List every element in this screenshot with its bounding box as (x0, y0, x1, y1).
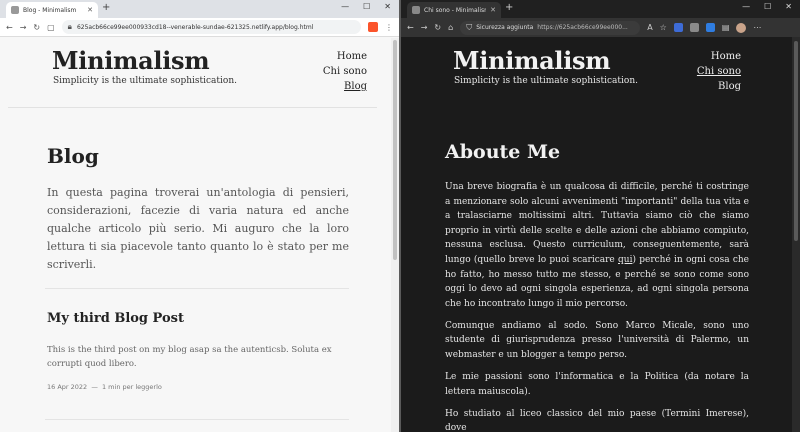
site-tagline: Simplicity is the ultimate sophisticatio… (53, 76, 237, 86)
about-text: Una breve biografia è un qualcosa di dif… (445, 182, 749, 265)
new-tab-button[interactable]: + (102, 2, 110, 13)
about-body: Una breve biografia è un qualcosa di dif… (445, 180, 749, 432)
about-paragraph: Una breve biografia è un qualcosa di dif… (445, 180, 749, 311)
address-bar[interactable]: ⛉ Sicurezza aggiunta https://625acb66ce9… (460, 20, 641, 35)
back-icon[interactable]: ← (6, 23, 13, 32)
left-tab-bar: Blog - Minimalism ✕ + — ☐ ✕ (0, 0, 399, 18)
close-window-icon[interactable]: ✕ (785, 2, 792, 11)
post-read-time: 1 min per leggerlo (101, 383, 162, 391)
address-bar[interactable]: 🔒︎ 625acb66ce99ee000933cd18--venerable-s… (61, 20, 361, 34)
lock-icon: 🔒︎ (67, 22, 72, 31)
shield-icon: ⛉ (466, 22, 473, 32)
meta-separator: — (91, 383, 98, 391)
menu-icon[interactable]: ⋯ (753, 23, 761, 32)
favorite-star-icon[interactable]: ☆ (660, 23, 667, 32)
nav-chi-sono-link[interactable]: Chi sono (323, 64, 367, 79)
download-cv-link[interactable]: qui (618, 255, 632, 265)
scrollbar-thumb[interactable] (794, 41, 798, 241)
section-divider (45, 288, 349, 289)
maximize-icon[interactable]: ☐ (764, 2, 771, 11)
forward-icon[interactable]: → (20, 23, 27, 32)
page-title: Blog (47, 144, 99, 168)
reload-icon[interactable]: ↻ (33, 23, 40, 32)
close-tab-icon[interactable]: ✕ (87, 6, 93, 14)
post-date: 16 Apr 2022 (47, 383, 88, 391)
about-paragraph: Ho studiato al liceo classico del mio pa… (445, 408, 749, 432)
close-window-icon[interactable]: ✕ (384, 2, 391, 11)
post-meta: 16 Apr 2022 — 1 min per leggerlo (47, 383, 162, 391)
minimize-icon[interactable]: — (742, 2, 750, 11)
favicon-icon (412, 6, 420, 14)
nav-chi-sono-link[interactable]: Chi sono (697, 64, 741, 79)
new-tab-button[interactable]: + (505, 2, 513, 13)
nav-blog-link[interactable]: Blog (323, 79, 367, 94)
extension-icon[interactable] (673, 23, 683, 32)
collections-icon[interactable]: ▤ (722, 23, 730, 32)
left-browser-window: Blog - Minimalism ✕ + — ☐ ✕ ← → ↻ ▢ 🔒︎ 6… (0, 0, 399, 432)
site-brand[interactable]: Minimalism (453, 46, 611, 75)
left-tab-title: Blog - Minimalism (23, 6, 77, 14)
page-title: Aboute Me (445, 141, 561, 163)
right-page-content: Minimalism Simplicity is the ultimate so… (401, 37, 792, 432)
right-toolbar: ← → ↻ ⌂ ⛉ Sicurezza aggiunta https://625… (401, 18, 800, 37)
site-brand[interactable]: Minimalism (52, 46, 210, 75)
nav-home-link[interactable]: Home (697, 49, 741, 64)
right-scrollbar[interactable] (792, 37, 800, 432)
left-page-content: Minimalism Simplicity is the ultimate so… (0, 38, 391, 432)
about-paragraph: Comunque andiamo al sodo. Sono Marco Mic… (445, 320, 749, 361)
reload-icon[interactable]: ↻ (434, 23, 441, 32)
post-title-link[interactable]: My third Blog Post (47, 311, 184, 326)
address-url: https://625acb66ce99ee000... (537, 24, 628, 31)
site-nav: Home Chi sono Blog (323, 49, 367, 94)
close-tab-icon[interactable]: ✕ (490, 6, 496, 14)
extension-icon[interactable] (689, 23, 699, 32)
extension-icon[interactable] (705, 23, 715, 32)
maximize-icon[interactable]: ☐ (363, 2, 370, 11)
site-tagline: Simplicity is the ultimate sophisticatio… (454, 76, 638, 86)
nav-home-link[interactable]: Home (323, 49, 367, 64)
left-tab-blog[interactable]: Blog - Minimalism ✕ (6, 2, 98, 18)
address-url: 625acb66ce99ee000933cd18--venerable-sund… (76, 23, 314, 31)
right-tab-bar: Chi sono - Minimalism ✕ + — ☐ ✕ (401, 0, 800, 18)
avatar[interactable] (736, 22, 747, 33)
read-aloud-icon[interactable]: A (647, 23, 652, 32)
back-icon[interactable]: ← (407, 23, 414, 32)
minimize-icon[interactable]: — (341, 2, 349, 11)
post-divider (45, 419, 349, 420)
about-paragraph: Le mie passioni sono l'informatica e la … (445, 372, 749, 397)
forward-icon[interactable]: → (421, 23, 428, 32)
home-icon[interactable]: ⌂ (448, 23, 453, 32)
bookmark-icon[interactable]: ▢ (47, 23, 55, 32)
left-scrollbar[interactable] (391, 38, 399, 432)
right-tab-chi-sono[interactable]: Chi sono - Minimalism ✕ (407, 2, 501, 18)
post-excerpt: This is the third post on my blog asap s… (47, 345, 332, 369)
favicon-icon (11, 6, 19, 14)
brave-shield-icon[interactable] (368, 22, 378, 32)
right-tab-title: Chi sono - Minimalism (424, 6, 487, 14)
scrollbar-thumb[interactable] (393, 40, 397, 260)
header-divider (8, 107, 377, 108)
right-browser-window: Chi sono - Minimalism ✕ + — ☐ ✕ ← → ↻ ⌂ … (401, 0, 800, 432)
security-label: Sicurezza aggiunta (476, 24, 534, 31)
menu-icon[interactable]: ⋮ (385, 23, 393, 32)
left-toolbar: ← → ↻ ▢ 🔒︎ 625acb66ce99ee000933cd18--ven… (0, 18, 399, 37)
site-nav: Home Chi sono Blog (697, 49, 741, 94)
blog-intro: In questa pagina troverai un'antologia d… (47, 186, 349, 271)
nav-blog-link[interactable]: Blog (697, 79, 741, 94)
